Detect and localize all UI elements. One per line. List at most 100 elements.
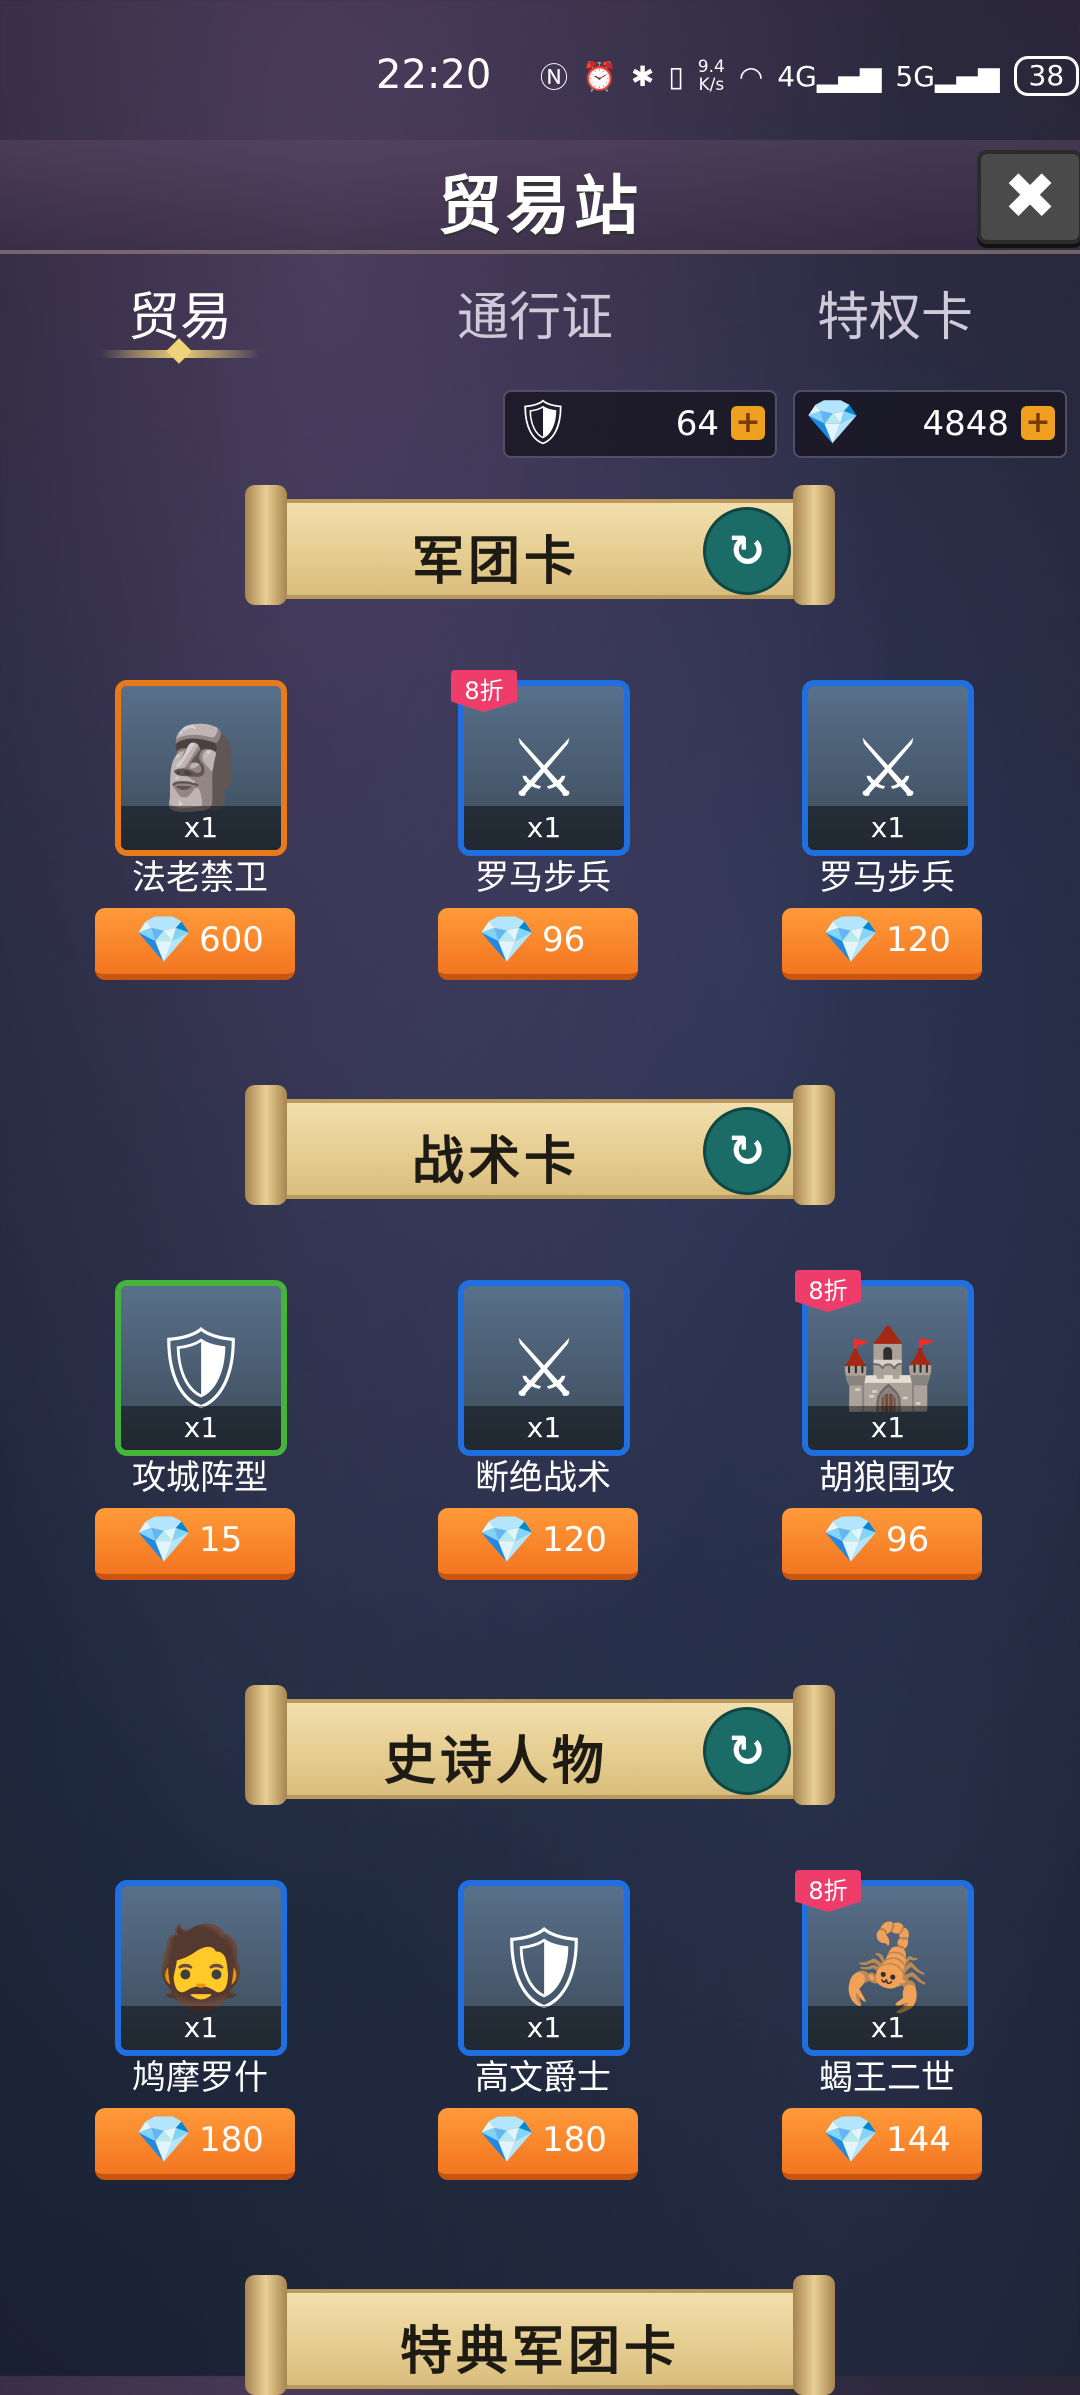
refresh-icon: ↻ [728,1125,766,1177]
gem-icon: 💎 [135,2112,193,2166]
card-frame: 🗿 x1 [115,680,287,856]
card-name: 胡狼围攻 [819,1458,955,1498]
card-frame: 🧔 x1 [115,1880,287,2056]
status-bar: 22:20 Ⓝ ⏰ ✱ ▯ 9.4 K/s ◠ 4G▂▄▆ 5G▂▄▆ 38 [0,0,1080,150]
card-name: 蝎王二世 [819,2058,955,2098]
status-icons: Ⓝ ⏰ ✱ ▯ 9.4 K/s ◠ 4G▂▄▆ 5G▂▄▆ 38 [540,56,1080,96]
close-icon: ✖ [1003,160,1057,234]
card-frame: 🛡 x1 [458,1880,630,2056]
net-speed: 9.4 K/s [697,57,725,95]
card-name: 罗马步兵 [475,858,611,898]
buy-button[interactable]: 💎 180 [95,2108,295,2180]
signal-4g-icon: 4G▂▄▆ [777,59,882,93]
card-name: 攻城阵型 [132,1458,268,1498]
card-price: 96 [886,1520,930,1560]
section-banner: 军团卡 ↻ [245,485,835,605]
card-price: 144 [886,2120,951,2160]
add-crest-button[interactable]: + [731,406,765,440]
shop-card[interactable]: 🛡 x1 高文爵士 💎 180 [438,1880,643,2180]
card-quantity: x1 [808,1406,968,1450]
buy-button[interactable]: 💎 15 [95,1508,295,1580]
gem-icon: 💎 [822,1512,880,1566]
nfc-icon: Ⓝ [540,61,569,94]
shop-card[interactable]: 🦂 x1 8折 蝎王二世 💎 144 [782,1870,987,2180]
refresh-icon: ↻ [728,525,766,577]
card-name: 法老禁卫 [132,858,268,898]
card-name: 高文爵士 [475,2058,611,2098]
section-title: 史诗人物 [383,1732,608,1792]
close-button[interactable]: ✖ [977,150,1080,244]
section-banner: 战术卡 ↻ [245,1085,835,1205]
card-price: 180 [199,2120,264,2160]
shop-card[interactable]: 🗿 x1 法老禁卫 💎 600 [95,680,300,980]
currency-crest: 🛡 64 + [503,390,777,458]
buy-button[interactable]: 💎 120 [782,908,982,980]
card-price: 120 [542,1520,607,1560]
shop-card[interactable]: ⚔ x1 罗马步兵 💎 120 [782,680,987,980]
shop-card[interactable]: ⚔ x1 8折 罗马步兵 💎 96 [438,670,643,980]
card-frame: ⚔ x1 [802,680,974,856]
card-frame: ⚔ x1 [458,1280,630,1456]
crest-icon: 🛡 [515,397,571,448]
status-time: 22:20 [376,52,492,98]
add-gem-button[interactable]: + [1021,406,1055,440]
card-name: 鸠摩罗什 [132,2058,268,2098]
card-quantity: x1 [464,806,624,850]
card-quantity: x1 [121,2006,281,2050]
currency-value: 4848 [922,404,1009,444]
gem-icon: 💎 [822,2112,880,2166]
card-price: 600 [199,920,264,960]
shop-card[interactable]: 🛡 x1 攻城阵型 💎 15 [95,1280,300,1580]
buy-button[interactable]: 💎 96 [438,908,638,980]
buy-button[interactable]: 💎 120 [438,1508,638,1580]
card-quantity: x1 [121,1406,281,1450]
wifi-icon: ◠ [738,59,764,93]
gem-icon: 💎 [478,912,536,966]
buy-button[interactable]: 💎 180 [438,2108,638,2180]
section-title: 军团卡 [411,532,580,592]
card-name: 断绝战术 [475,1458,611,1498]
gem-icon: 💎 [822,912,880,966]
card-price: 180 [542,2120,607,2160]
shop-card[interactable]: 🧔 x1 鸠摩罗什 💎 180 [95,1880,300,2180]
gem-icon: 💎 [805,397,860,448]
refresh-button[interactable]: ↻ [703,1707,791,1795]
bluetooth-icon: ✱ [630,59,655,93]
section-banner: 史诗人物 ↻ [245,1685,835,1805]
buy-button[interactable]: 💎 600 [95,908,295,980]
card-quantity: x1 [464,1406,624,1450]
gem-icon: 💎 [478,2112,536,2166]
gem-icon: 💎 [135,912,193,966]
battery-indicator: 38 [1013,56,1080,96]
refresh-button[interactable]: ↻ [703,1107,791,1195]
card-name: 罗马步兵 [819,858,955,898]
buy-button[interactable]: 💎 96 [782,1508,982,1580]
card-price: 120 [886,920,951,960]
page-title: 贸易站 [438,170,642,244]
tab-privilege[interactable]: 特权卡 [775,275,1015,350]
shop-card[interactable]: 🏰 x1 8折 胡狼围攻 💎 96 [782,1270,987,1580]
card-frame: 🛡 x1 [115,1280,287,1456]
refresh-button[interactable]: ↻ [703,507,791,595]
signal-5g-icon: 5G▂▄▆ [895,59,1000,93]
card-quantity: x1 [808,2006,968,2050]
section-title: 战术卡 [411,1132,580,1192]
tab-pass[interactable]: 通行证 [415,275,655,350]
buy-button[interactable]: 💎 144 [782,2108,982,2180]
card-price: 96 [542,920,586,960]
card-quantity: x1 [808,806,968,850]
gem-icon: 💎 [478,1512,536,1566]
vibrate-icon: ▯ [668,59,684,93]
currency-gem: 💎 4848 + [793,390,1067,458]
section-banner: 特典军团卡 [245,2275,835,2395]
refresh-icon: ↻ [728,1725,766,1777]
currency-value: 64 [675,404,719,444]
gem-icon: 💎 [135,1512,193,1566]
alarm-icon: ⏰ [582,59,617,93]
card-price: 15 [199,1520,243,1560]
card-quantity: x1 [464,2006,624,2050]
shop-card[interactable]: ⚔ x1 断绝战术 💎 120 [438,1280,643,1580]
section-title: 特典军团卡 [399,2322,680,2382]
card-quantity: x1 [121,806,281,850]
tab-bar: 贸易 通行证 特权卡 [0,275,1080,355]
